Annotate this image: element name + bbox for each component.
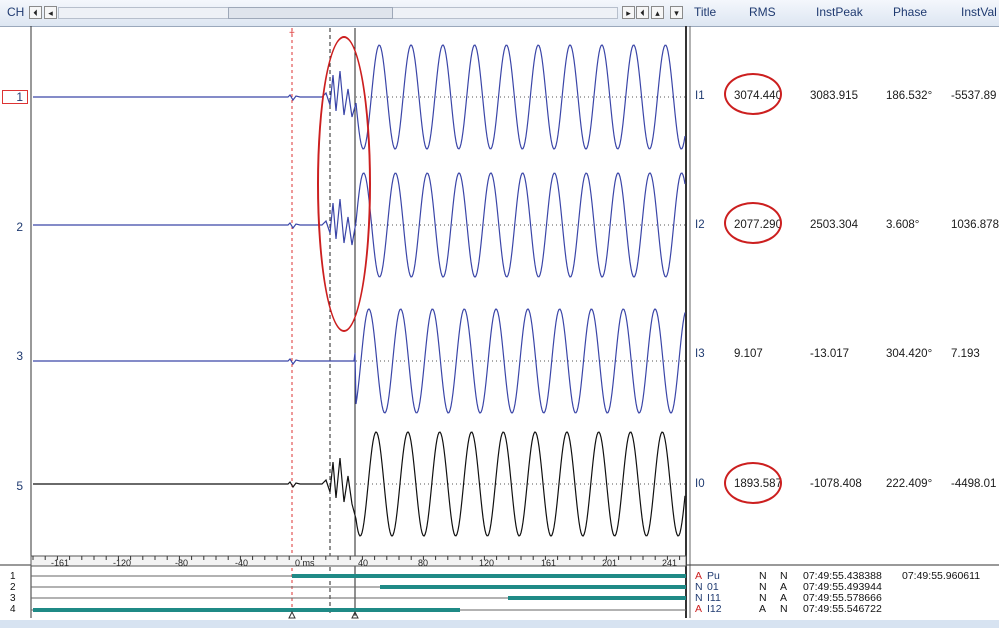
instpeak-value: -1078.408 <box>810 478 862 490</box>
instval-value: -5537.89 <box>951 90 997 102</box>
time-tick-label: -161 <box>51 558 70 568</box>
instval-value: 1036.878 <box>951 219 999 231</box>
channel-number[interactable]: 1 <box>0 90 23 104</box>
event-time: 07:49:55.546722 <box>803 603 882 615</box>
trace-i3 <box>33 308 686 414</box>
status-strip <box>0 620 999 628</box>
fault-onset-highlight <box>317 36 371 332</box>
channel-number[interactable]: 5 <box>0 479 23 493</box>
time-tick-label: -40 <box>235 558 249 568</box>
time-tick-label: 161 <box>541 558 557 568</box>
event-row-number: 1 <box>10 571 16 582</box>
instpeak-value: -13.017 <box>810 348 850 360</box>
channel-title[interactable]: I3 <box>695 348 705 360</box>
channel-number[interactable]: 3 <box>0 349 23 363</box>
time-tick-label: -80 <box>175 558 189 568</box>
event-row-number: 4 <box>10 604 16 615</box>
time-tick-label: 241 <box>662 558 678 568</box>
event-state: N <box>780 603 788 615</box>
time-tick-label: 201 <box>602 558 618 568</box>
time-tick-label: 0 ms <box>295 558 315 568</box>
time-tick-label: -120 <box>113 558 132 568</box>
trigger-marker: + <box>289 28 295 39</box>
channel-title[interactable]: I1 <box>695 90 705 102</box>
time-tick-label: 120 <box>479 558 495 568</box>
event-row-number: 3 <box>10 593 16 604</box>
event-flag: A <box>695 603 703 615</box>
time-tick-label: 40 <box>358 558 369 568</box>
phase-value: 3.608° <box>886 219 920 231</box>
rms-highlight <box>724 462 782 504</box>
cursor-marker <box>288 610 296 619</box>
channel-number[interactable]: 2 <box>0 220 23 234</box>
event-row-number: 2 <box>10 582 16 593</box>
instpeak-value: 3083.915 <box>810 90 858 102</box>
event-time-end: 07:49:55.960611 <box>902 570 981 582</box>
event-state: A <box>759 603 767 615</box>
channel-title[interactable]: I0 <box>695 478 705 490</box>
trace-i0 <box>33 431 686 537</box>
time-tick-label: 80 <box>418 558 429 568</box>
instval-value: -4498.01 <box>951 478 997 490</box>
rms-value: 9.107 <box>734 348 763 360</box>
rms-highlight <box>724 73 782 115</box>
rms-highlight <box>724 202 782 244</box>
event-name[interactable]: I12 <box>707 603 722 615</box>
instpeak-value: 2503.304 <box>810 219 858 231</box>
phase-value: 186.532° <box>886 90 933 102</box>
phase-value: 304.420° <box>886 348 933 360</box>
phase-value: 222.409° <box>886 478 933 490</box>
instval-value: 7.193 <box>951 348 980 360</box>
channel-title[interactable]: I2 <box>695 219 705 231</box>
